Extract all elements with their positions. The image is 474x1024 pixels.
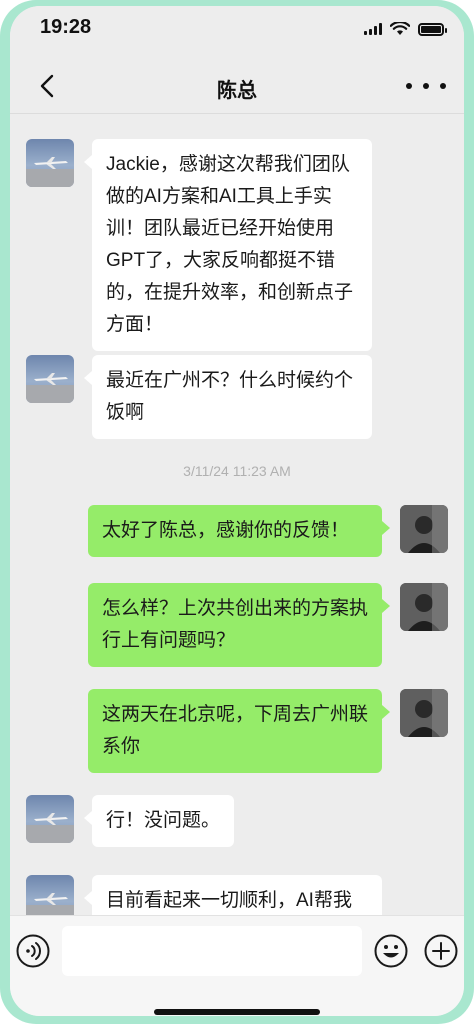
message-bubble-outgoing[interactable]: 太好了陈总，感谢你的反馈！ xyxy=(88,505,390,557)
message-row: 目前看起来一切顺利，AI帮我 xyxy=(10,867,464,915)
message-bubble-incoming[interactable]: 行！没问题。 xyxy=(83,795,235,847)
message-row: 最近在广州不？什么时候约个饭啊 xyxy=(10,347,464,439)
emoji-button[interactable] xyxy=(374,934,408,968)
airplane-icon xyxy=(26,157,74,187)
my-avatar[interactable] xyxy=(400,583,448,631)
contact-avatar[interactable] xyxy=(26,875,74,915)
message-row: 太好了陈总，感谢你的反馈！ xyxy=(10,499,464,563)
message-row: 行！没问题。 xyxy=(10,789,464,859)
airplane-icon xyxy=(26,813,74,843)
my-avatar[interactable] xyxy=(400,689,448,737)
status-bar: 19:28 xyxy=(10,6,464,54)
message-row: 这两天在北京呢，下周去广州联系你 xyxy=(10,683,464,775)
status-time: 19:28 xyxy=(40,16,92,38)
message-bubble-outgoing[interactable]: 这两天在北京呢，下周去广州联系你 xyxy=(88,689,390,773)
message-bubble-outgoing[interactable]: 怎么样？上次共创出来的方案执行上有问题吗？ xyxy=(88,583,390,667)
chat-message-list[interactable]: Jackie，感谢这次帮我们团队做的AI方案和AI工具上手实训！团队最近已经开始… xyxy=(10,115,464,915)
user-photo-icon xyxy=(400,583,448,631)
contact-avatar[interactable] xyxy=(26,355,74,403)
message-bubble-incoming[interactable]: 最近在广州不？什么时候约个饭啊 xyxy=(84,355,372,439)
message-bubble-incoming[interactable]: 目前看起来一切顺利，AI帮我 xyxy=(84,875,382,915)
message-row: Jackie，感谢这次帮我们团队做的AI方案和AI工具上手实训！团队最近已经开始… xyxy=(10,115,464,351)
home-indicator[interactable] xyxy=(154,1009,320,1015)
message-timestamp: 3/11/24 11:23 AM xyxy=(183,463,291,479)
airplane-icon xyxy=(26,893,74,915)
contact-avatar[interactable] xyxy=(26,795,74,843)
phone-frame: 19:28 陈总 Jackie，感谢这次帮我们团队做的AI方案和AI工具上手实训… xyxy=(0,0,474,1024)
message-bubble-incoming[interactable]: Jackie，感谢这次帮我们团队做的AI方案和AI工具上手实训！团队最近已经开始… xyxy=(84,139,372,351)
airplane-icon xyxy=(26,373,74,403)
chat-header: 陈总 xyxy=(10,58,464,114)
voice-button[interactable] xyxy=(16,934,50,968)
voice-icon xyxy=(16,934,50,968)
message-row: 怎么样？上次共创出来的方案执行上有问题吗？ xyxy=(10,577,464,669)
more-button[interactable] xyxy=(406,72,446,100)
user-photo-icon xyxy=(400,505,448,553)
message-input-bar xyxy=(10,915,464,1016)
user-photo-icon xyxy=(400,689,448,737)
wifi-icon xyxy=(390,22,410,35)
plus-icon xyxy=(424,934,458,968)
signal-icon xyxy=(364,23,382,35)
chat-title: 陈总 xyxy=(217,80,257,102)
emoji-icon xyxy=(374,934,408,968)
status-icons xyxy=(364,22,447,36)
my-avatar[interactable] xyxy=(400,505,448,553)
more-dots-icon xyxy=(406,83,412,89)
chat-screen: 19:28 陈总 Jackie，感谢这次帮我们团队做的AI方案和AI工具上手实训… xyxy=(10,6,464,1016)
contact-avatar[interactable] xyxy=(26,139,74,187)
battery-icon xyxy=(418,22,447,36)
message-text-input[interactable] xyxy=(62,926,362,976)
plus-button[interactable] xyxy=(424,934,458,968)
